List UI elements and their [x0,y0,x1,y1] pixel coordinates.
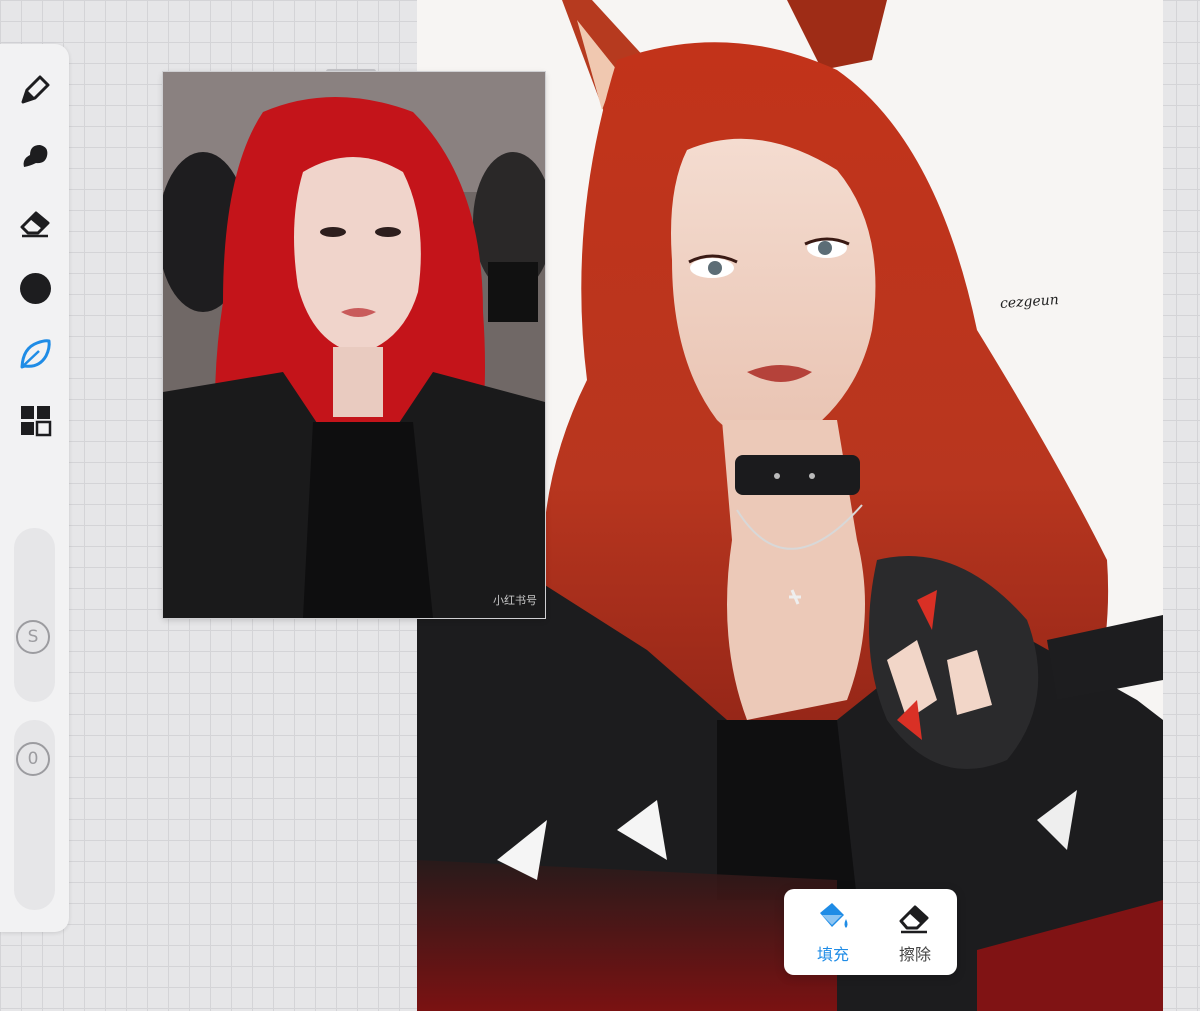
eraser-icon [20,211,50,238]
pencil-icon [21,75,50,104]
fill-label: 填充 [816,945,849,964]
brush-size-slider[interactable] [14,528,55,702]
smudge-tool-button[interactable] [15,136,55,176]
layers-tool-button[interactable] [15,400,55,440]
reference-photo-image [163,72,545,618]
opacity-indicator: 0 [16,742,50,776]
erase-label: 擦除 [898,945,931,964]
color-tool-button[interactable] [15,268,55,308]
reference-photo[interactable]: 小红书号 [163,72,545,618]
paint-bucket-icon [820,903,848,928]
eraser-icon [899,905,929,934]
size-indicator: S [16,620,50,654]
eraser-tool-button[interactable] [15,202,55,242]
left-toolbar: S 0 [0,44,69,932]
pencil-tool-button[interactable] [15,70,55,110]
watermark-text: 小红书号 [493,594,537,607]
leaf-lasso-icon [20,339,51,369]
color-dot-icon [19,272,51,304]
smudge-icon [23,145,48,167]
grid-icon [21,406,52,437]
erase-button[interactable]: 擦除 [880,899,950,969]
fill-button[interactable]: 填充 [798,899,868,969]
lasso-tool-button[interactable] [15,334,55,374]
fill-erase-popover: 填充 擦除 [784,889,957,975]
